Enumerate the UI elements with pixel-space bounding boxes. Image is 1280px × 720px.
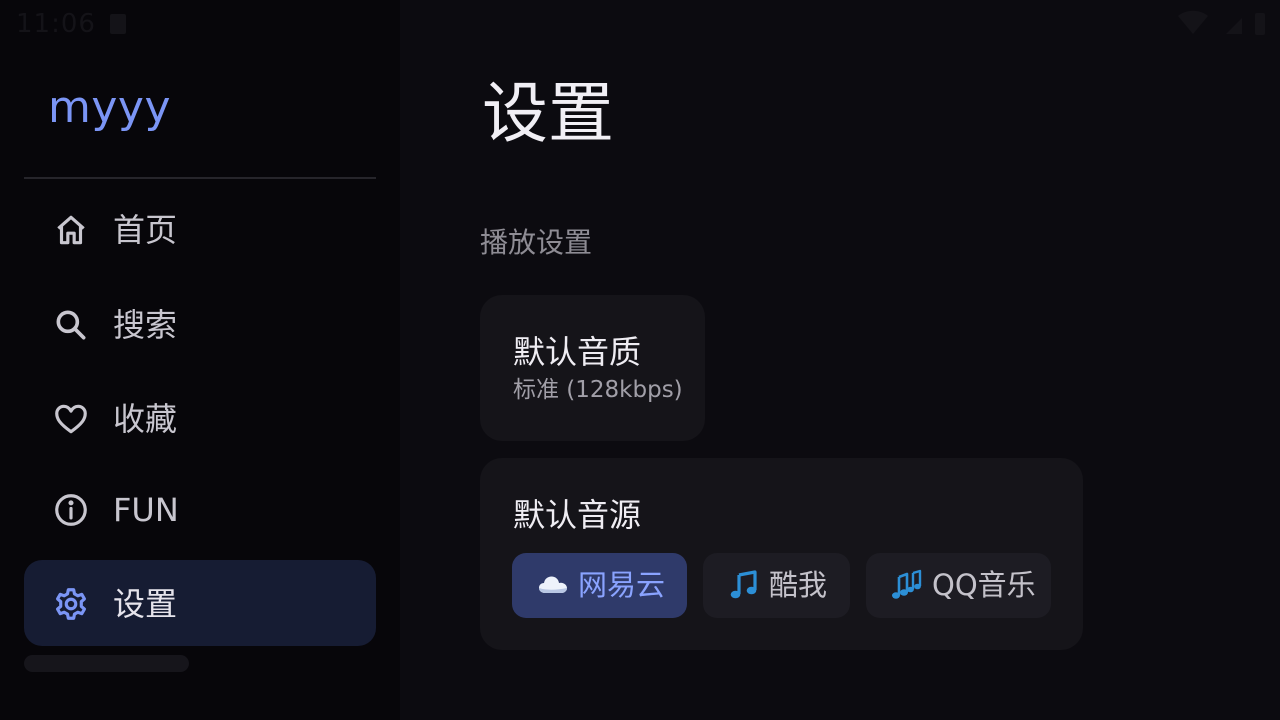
default-quality-value: 标准 (128kbps)	[513, 377, 683, 403]
signal-battery-icon	[1178, 10, 1265, 35]
sidebar-divider	[24, 177, 376, 179]
source-option-qq-music[interactable]: QQ音乐	[866, 553, 1051, 618]
status-bar: 11:06	[0, 0, 1280, 48]
sidebar-item-label: 设置	[113, 585, 178, 623]
sidebar-scrollbar[interactable]	[24, 655, 189, 672]
page-title: 设置	[482, 75, 614, 152]
default-quality-title: 默认音质	[513, 333, 642, 371]
sidebar-item-home[interactable]: 首页	[24, 186, 376, 272]
sidebar-item-label: FUN	[113, 491, 179, 529]
sidebar-item-label: 收藏	[113, 400, 178, 438]
source-option-label: QQ音乐	[932, 568, 1036, 602]
home-icon	[57, 215, 85, 245]
notification-icon	[110, 14, 126, 34]
status-time: 11:06	[16, 9, 96, 39]
sidebar: myyy 首页 搜索 收藏 FUN 设置	[0, 0, 400, 720]
source-option-label: 酷我	[769, 568, 828, 602]
gear-icon	[55, 588, 87, 620]
section-label-playback: 播放设置	[480, 226, 593, 259]
default-source-title: 默认音源	[513, 496, 642, 534]
source-option-kuwo[interactable]: 酷我	[703, 553, 850, 618]
source-option-label: 网易云	[578, 568, 666, 602]
app-root: myyy 首页 搜索 收藏 FUN 设置 设置 播放设置 默认音质 标准 (12…	[0, 0, 1280, 720]
sidebar-item-label: 搜索	[113, 306, 178, 344]
sidebar-item-fun[interactable]: FUN	[24, 466, 376, 552]
heart-icon	[55, 404, 87, 434]
source-option-netease[interactable]: 网易云	[512, 553, 687, 618]
sidebar-item-label: 首页	[113, 211, 178, 249]
sidebar-item-favorites[interactable]: 收藏	[24, 375, 376, 461]
main-content: 设置 播放设置 默认音质 标准 (128kbps) 默认音源 网易云 酷我 QQ…	[400, 0, 1280, 720]
search-icon	[56, 310, 86, 340]
brand-logo: myyy	[48, 82, 171, 133]
sidebar-item-settings[interactable]: 设置	[24, 560, 376, 646]
sidebar-item-search[interactable]: 搜索	[24, 281, 376, 367]
music-note-icon	[730, 570, 757, 599]
info-icon	[55, 494, 87, 526]
default-quality-card[interactable]: 默认音质 标准 (128kbps)	[480, 295, 705, 441]
default-source-card: 默认音源 网易云 酷我 QQ音乐	[480, 458, 1083, 650]
status-icons	[1176, 10, 1268, 38]
cloud-icon	[539, 576, 567, 593]
music-notes-icon	[892, 569, 922, 599]
